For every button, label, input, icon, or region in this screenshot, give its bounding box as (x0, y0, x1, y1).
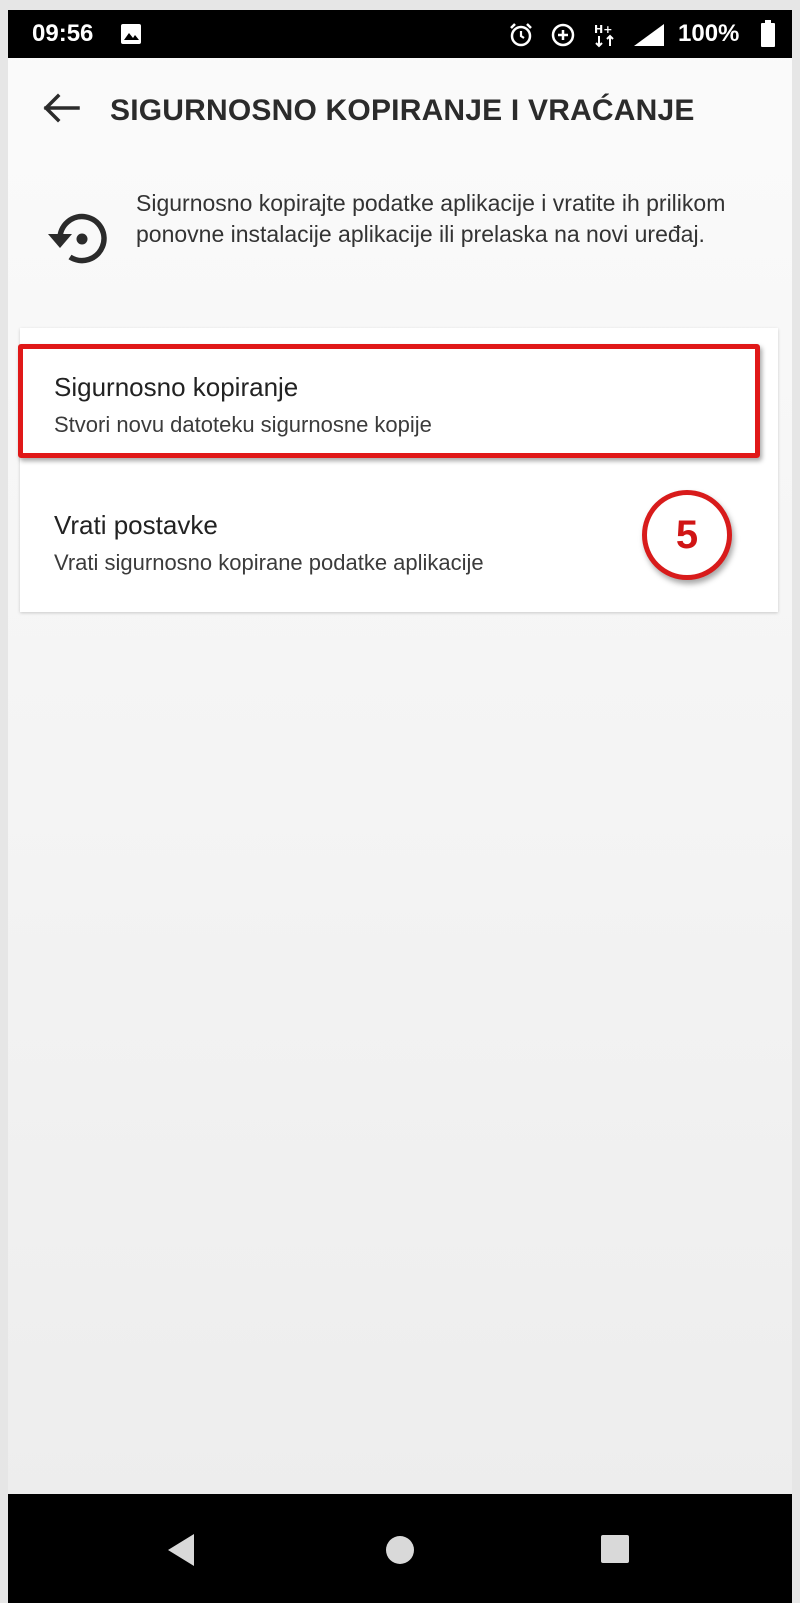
status-time: 09:56 (32, 20, 94, 47)
home-circle-icon[interactable] (384, 1534, 416, 1571)
description-text: Sigurnosno kopirajte podatke aplikacije … (136, 190, 726, 247)
signal-icon (632, 22, 666, 53)
battery-icon (760, 20, 776, 53)
app-bar: SIGURNOSNO KOPIRANJE I VRAĆANJE (8, 58, 792, 162)
highlight-annotation-box (18, 344, 760, 458)
battery-percentage: 100% (678, 20, 740, 47)
page-title: SIGURNOSNO KOPIRANJE I VRAĆANJE (110, 94, 695, 127)
svg-text:H+: H+ (594, 23, 612, 36)
backup-restore-icon (40, 208, 108, 270)
back-button[interactable] (38, 88, 86, 128)
restore-item-title: Vrati postavke (54, 510, 218, 540)
data-saver-icon (550, 22, 576, 53)
arrow-left-icon (43, 93, 80, 123)
restore-item-subtitle: Vrati sigurnosno kopirane podatke aplika… (54, 550, 484, 575)
recents-square-icon[interactable] (600, 1534, 630, 1569)
alarm-icon (508, 22, 534, 53)
status-bar: 09:56 H+ 100% (8, 10, 792, 58)
step-number-badge: 5 (642, 490, 732, 580)
back-triangle-icon[interactable] (164, 1532, 198, 1573)
navigation-bar (8, 1494, 792, 1603)
phone-screen: 09:56 H+ 100% SIGURNOSNO KOPIRANJE I VRA… (8, 10, 792, 1603)
image-icon (120, 23, 142, 50)
data-transfer-icon: H+ (592, 22, 618, 53)
